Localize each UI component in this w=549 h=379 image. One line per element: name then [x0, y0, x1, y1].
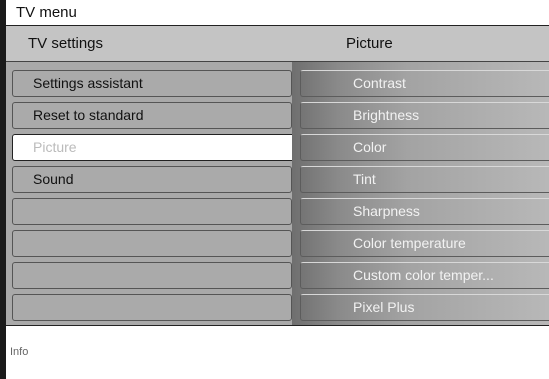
submenu-item-custom-color-temperature[interactable]: Custom color temper...	[300, 262, 549, 289]
submenu-item-brightness[interactable]: Brightness	[300, 102, 549, 129]
info-area: Info	[6, 325, 549, 379]
menu-item-settings-assistant[interactable]: Settings assistant	[12, 70, 292, 97]
window-title: TV menu	[6, 0, 549, 26]
settings-menu-panel: Settings assistant Reset to standard Pic…	[6, 62, 302, 325]
menu-item-sound[interactable]: Sound	[12, 166, 292, 193]
submenu-item-sharpness[interactable]: Sharpness	[300, 198, 549, 225]
menu-item-picture[interactable]: Picture	[12, 134, 302, 161]
menu-item-reset-to-standard[interactable]: Reset to standard	[12, 102, 292, 129]
picture-submenu-panel: Contrast Brightness Color Tint Sharpness…	[292, 62, 549, 325]
menu-title: TV settings	[28, 35, 104, 52]
menu-header: TV settings Picture	[6, 26, 549, 62]
submenu-item-pixel-plus[interactable]: Pixel Plus	[300, 294, 549, 321]
submenu-item-contrast[interactable]: Contrast	[300, 70, 549, 97]
info-label: Info	[10, 346, 29, 358]
menu-item-empty	[12, 262, 292, 289]
menu-item-empty	[12, 230, 292, 257]
submenu-item-color-temperature[interactable]: Color temperature	[300, 230, 549, 257]
submenu-item-color[interactable]: Color	[300, 134, 549, 161]
submenu-item-tint[interactable]: Tint	[300, 166, 549, 193]
menu-item-empty	[12, 198, 292, 225]
menu-item-empty	[12, 294, 292, 321]
submenu-title: Picture	[346, 35, 393, 52]
